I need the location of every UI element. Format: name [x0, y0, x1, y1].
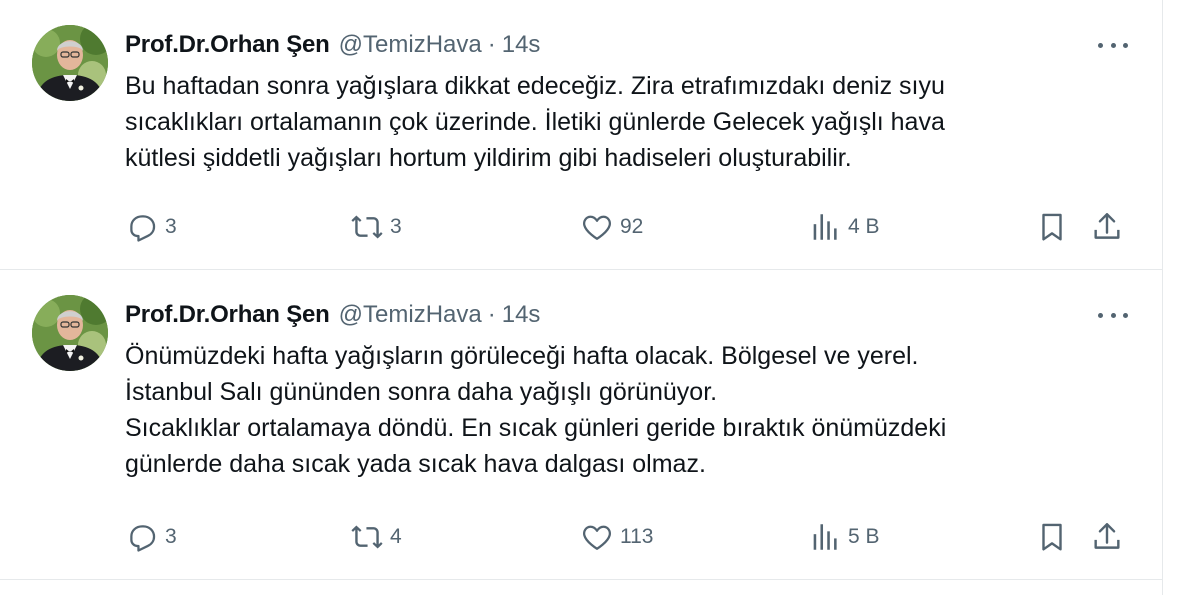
tweet-text-line: Önümüzdeki hafta yağışların görüleceği h…: [125, 342, 919, 370]
tweet[interactable]: Prof.Dr.Orhan Şen @TemizHava · 14s Önümü…: [0, 270, 1162, 580]
share-button[interactable]: [1090, 517, 1124, 557]
like-count: 92: [620, 215, 644, 238]
separator-dot: ·: [487, 31, 496, 58]
more-dot: [1110, 312, 1116, 318]
share-icon: [1094, 523, 1120, 549]
tweet-text: Bu haftadan sonra yağışlara dikkat edece…: [125, 68, 1135, 176]
reply-button[interactable]: 3: [125, 207, 177, 247]
tweet[interactable]: Prof.Dr.Orhan Şen @TemizHava · 14s Bu ha…: [0, 0, 1162, 270]
heart-icon: [583, 525, 611, 550]
repost-icon: [351, 215, 383, 239]
views-button[interactable]: 4 B: [808, 207, 880, 247]
more-dot: [1098, 312, 1103, 318]
repost-icon: [351, 525, 383, 549]
author-name[interactable]: Prof.Dr.Orhan Şen: [125, 301, 330, 329]
views-button[interactable]: 5 B: [808, 517, 880, 557]
reply-count: 3: [165, 525, 177, 548]
tweet-header: Prof.Dr.Orhan Şen @TemizHava · 14s: [125, 30, 540, 60]
more-dot: [1123, 312, 1128, 318]
author-handle[interactable]: @TemizHava: [339, 301, 482, 329]
timestamp[interactable]: 14s: [502, 31, 541, 59]
tweet-text-line: günlerde daha sıcak yada sıcak hava dalg…: [125, 450, 706, 478]
tweet-actions: 3 4 113 5 B: [125, 517, 1135, 557]
views-count: 4 B: [848, 215, 880, 238]
share-icon: [1094, 213, 1120, 239]
avatar[interactable]: [32, 295, 108, 371]
heart-icon: [583, 215, 611, 240]
reply-icon: [130, 525, 156, 552]
tweet-text-line: İstanbul Salı gününden sonra daha yağışl…: [125, 378, 718, 406]
avatar[interactable]: [32, 25, 108, 101]
like-button[interactable]: 92: [580, 207, 643, 247]
views-count: 5 B: [848, 525, 880, 548]
repost-button[interactable]: 4: [350, 517, 402, 557]
repost-count: 4: [390, 525, 402, 548]
bookmark-button[interactable]: [1035, 207, 1069, 247]
profile-photo: [32, 25, 108, 101]
like-count: 113: [620, 525, 654, 548]
analytics-icon: [813, 214, 837, 240]
author-handle[interactable]: @TemizHava: [339, 31, 482, 59]
author-name[interactable]: Prof.Dr.Orhan Şen: [125, 31, 330, 59]
tweet-header: Prof.Dr.Orhan Şen @TemizHava · 14s: [125, 300, 540, 330]
repost-count: 3: [390, 215, 402, 238]
tweet-text-line: kütlesi şiddetli yağışları hortum yildir…: [125, 144, 852, 172]
bookmark-button[interactable]: [1035, 517, 1069, 557]
reply-count: 3: [165, 215, 177, 238]
tweet-text-line: Sıcaklıklar ortalamaya döndü. En sıcak g…: [125, 414, 947, 442]
profile-photo: [32, 295, 108, 371]
bookmark-icon: [1042, 523, 1062, 551]
separator-dot: ·: [487, 301, 496, 328]
more-dot: [1123, 42, 1128, 48]
tweet-text-line: sıcaklıkları ortalamanın çok üzerinde. İ…: [125, 108, 945, 136]
more-dot: [1110, 42, 1116, 48]
timeline: Prof.Dr.Orhan Şen @TemizHava · 14s Bu ha…: [0, 0, 1163, 595]
tweet-text-line: Bu haftadan sonra yağışlara dikkat edece…: [125, 72, 945, 100]
reply-button[interactable]: 3: [125, 517, 177, 557]
more-icon[interactable]: [1098, 306, 1128, 324]
tweet-text: Önümüzdeki hafta yağışların görüleceği h…: [125, 338, 1135, 482]
more-dot: [1098, 42, 1103, 48]
analytics-icon: [813, 524, 837, 550]
timestamp[interactable]: 14s: [502, 301, 541, 329]
tweet-actions: 3 3 92 4 B: [125, 207, 1135, 247]
bookmark-icon: [1042, 213, 1062, 241]
like-button[interactable]: 113: [580, 517, 653, 557]
reply-icon: [130, 215, 156, 242]
share-button[interactable]: [1090, 207, 1124, 247]
repost-button[interactable]: 3: [350, 207, 402, 247]
more-icon[interactable]: [1098, 36, 1128, 54]
